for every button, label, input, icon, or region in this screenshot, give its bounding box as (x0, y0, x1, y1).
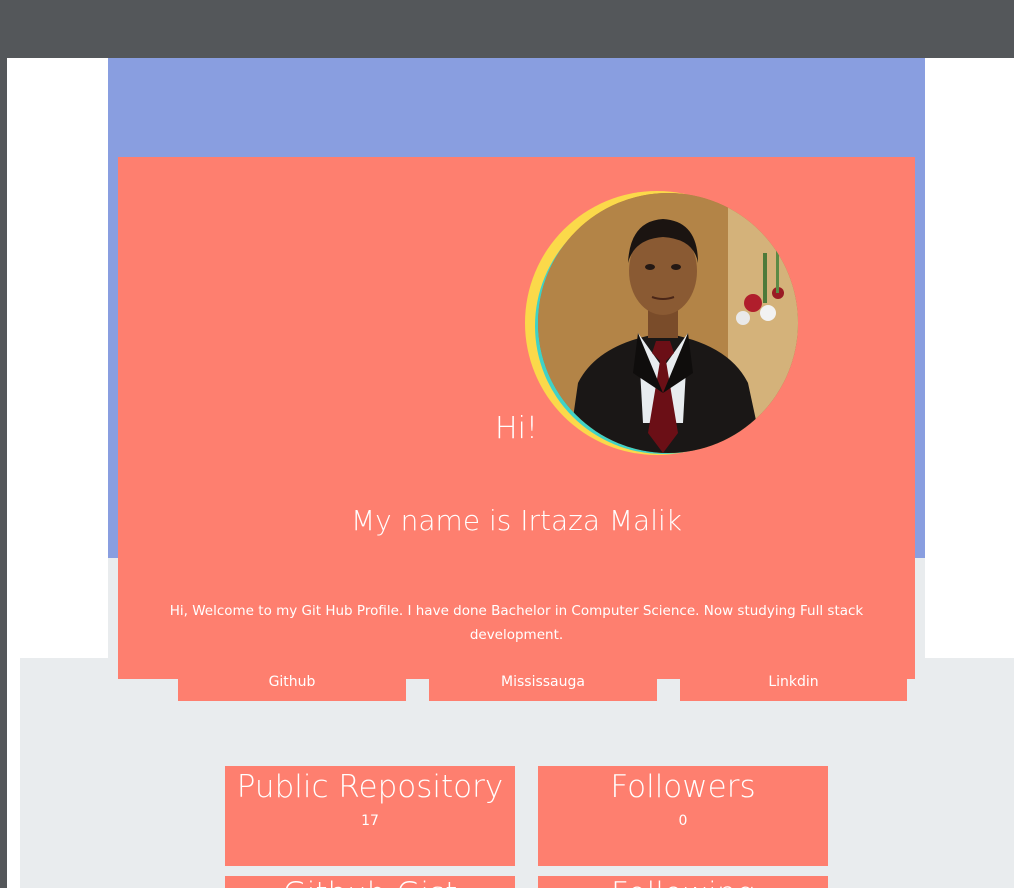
stat-title: Followers (610, 769, 756, 805)
stat-card-followers: Followers 0 (538, 766, 828, 866)
stat-card-public-repos: Public Repository 17 (225, 766, 515, 866)
page-frame: Hi! My name is Irtaza Malik Hi, Welcome … (7, 58, 1014, 888)
name-heading: My name is Irtaza Malik (351, 504, 682, 537)
profile-bio: Hi, Welcome to my Git Hub Profile. I hav… (169, 603, 864, 643)
location-link[interactable]: Mississauga (429, 670, 657, 701)
stat-value: 0 (678, 813, 688, 829)
stat-title: Github Gist (225, 876, 515, 888)
stat-title: Following (538, 876, 828, 888)
github-link[interactable]: Github (178, 670, 406, 701)
stat-card-gists: Github Gist (225, 876, 515, 888)
stat-value: 17 (361, 813, 379, 829)
stat-card-following: Following (538, 876, 828, 888)
stat-title: Public Repository (236, 769, 504, 805)
linkedin-link[interactable]: Linkdin (680, 670, 907, 701)
greeting-heading: Hi! (495, 411, 538, 446)
